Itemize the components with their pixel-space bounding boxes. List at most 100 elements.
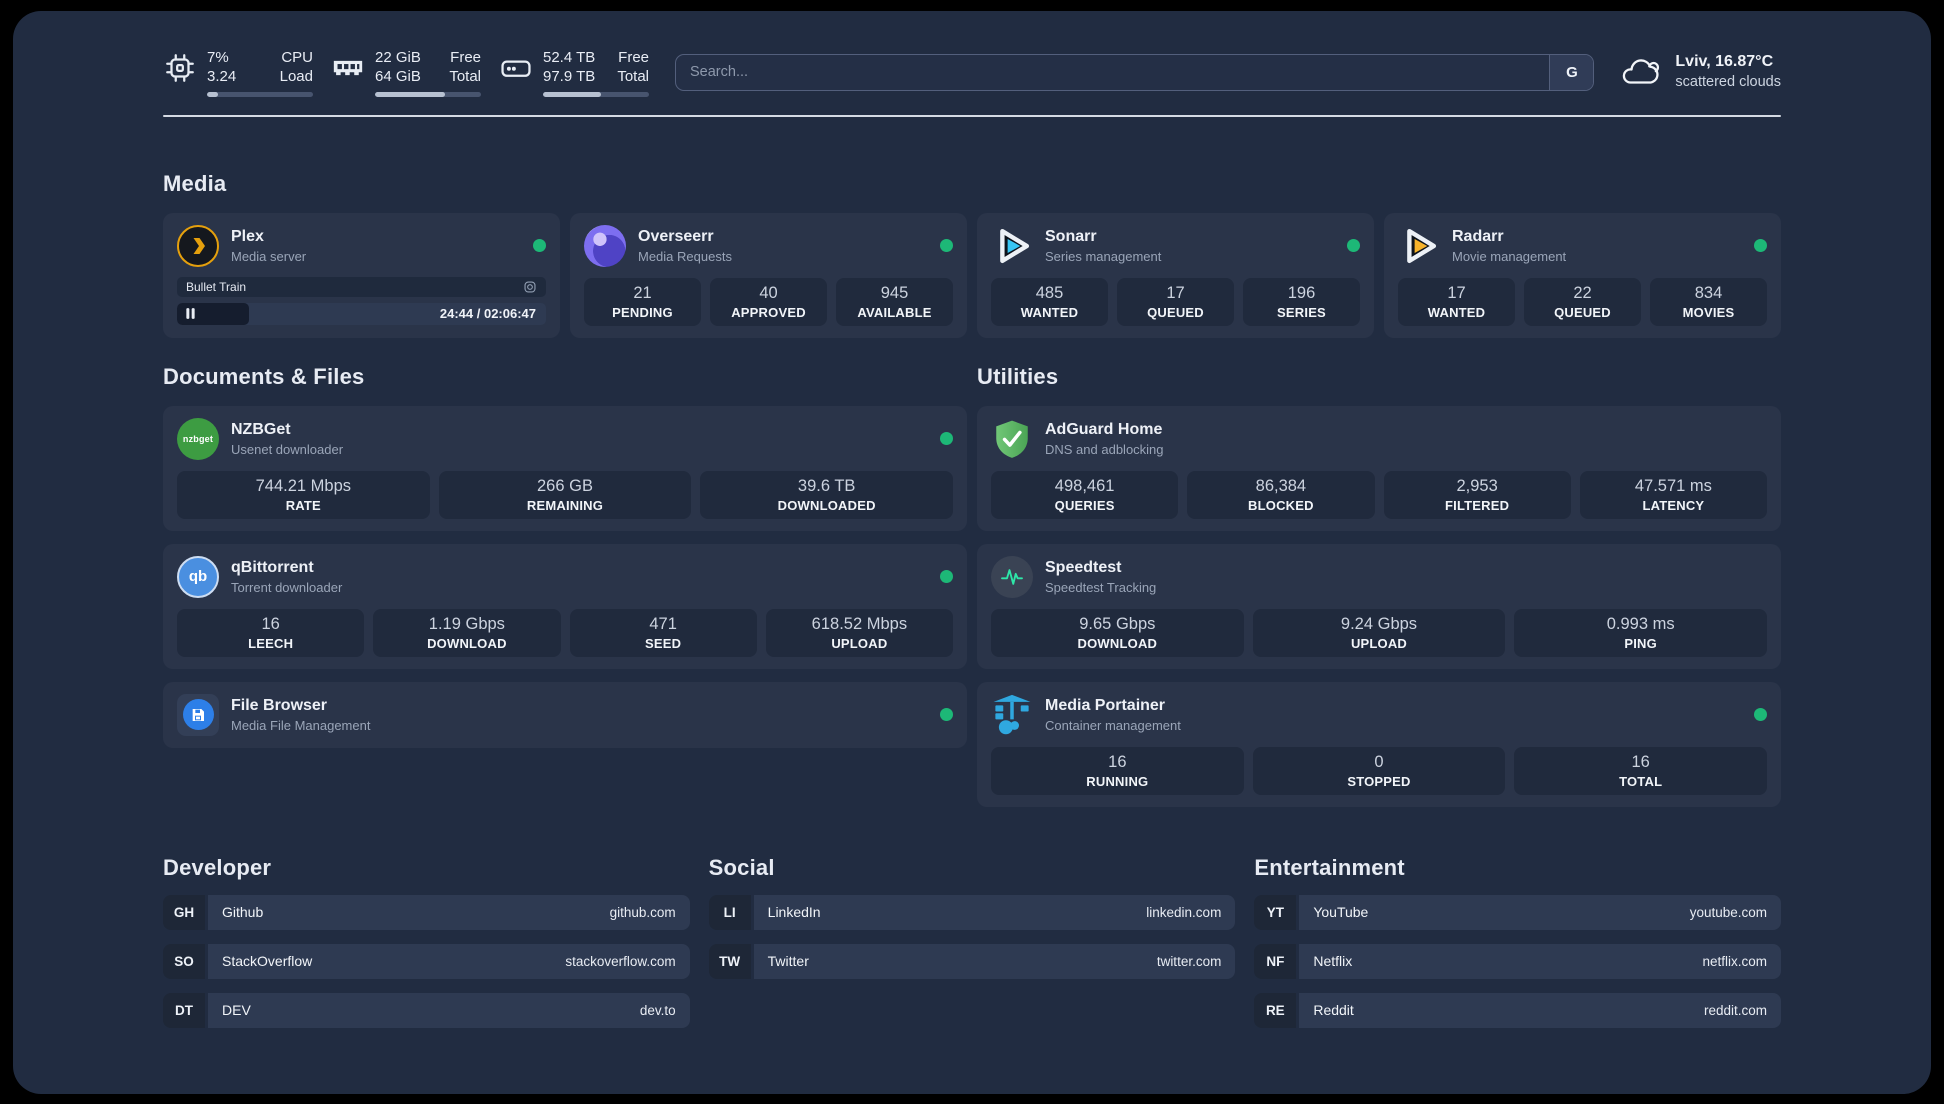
stat-movies: 834 MOVIES xyxy=(1650,277,1767,326)
link-netflix[interactable]: NF Netflix netflix.com xyxy=(1254,943,1781,979)
app-subtitle: Movie management xyxy=(1452,248,1567,264)
app-subtitle: Usenet downloader xyxy=(231,441,344,457)
section-title-media: Media xyxy=(163,170,227,196)
plex-icon xyxy=(177,224,219,267)
app-card-qbittorrent[interactable]: qb qBittorrent Torrent downloader 16 LEEC… xyxy=(163,543,967,669)
disk-free-label: Free xyxy=(618,48,649,66)
app-name: NZBGet xyxy=(231,420,291,438)
cpu-chip-icon xyxy=(166,53,194,82)
link-stackoverflow[interactable]: SO StackOverflow stackoverflow.com xyxy=(163,943,690,979)
search-engine-button[interactable]: G xyxy=(1549,54,1594,90)
link-github[interactable]: GH Github github.com xyxy=(163,894,690,930)
link-name: StackOverflow xyxy=(222,953,313,969)
cpu-usage-label: CPU xyxy=(281,48,313,66)
now-playing-title-row: Bullet Train xyxy=(177,276,546,297)
section-entertainment: Entertainment YT YouTube youtube.com NF … xyxy=(1254,855,1781,1028)
search-input[interactable] xyxy=(676,54,1550,90)
nzbget-icon: nzbget xyxy=(177,417,219,460)
stat-downloaded: 39.6 TB DOWNLOADED xyxy=(700,470,953,519)
section-title-social: Social xyxy=(708,854,775,880)
link-domain: dev.to xyxy=(639,1002,676,1018)
weather-condition: scattered clouds xyxy=(1675,74,1781,90)
status-online-dot xyxy=(1754,708,1767,721)
app-card-filebrowser[interactable]: File Browser Media File Management xyxy=(163,681,967,748)
disk-free-value: 52.4 TB xyxy=(543,48,596,66)
app-name: AdGuard Home xyxy=(1045,420,1163,438)
youtube-icon: YT xyxy=(1254,894,1297,930)
link-domain: reddit.com xyxy=(1703,1002,1767,1018)
linkedin-icon: LI xyxy=(708,894,751,930)
now-playing-title: Bullet Train xyxy=(186,279,247,294)
stat-upload: 618.52 Mbps UPLOAD xyxy=(765,608,953,657)
github-icon: GH xyxy=(163,894,205,930)
app-card-adguard[interactable]: AdGuard Home DNS and adblocking 498,461 Q… xyxy=(977,405,1781,531)
cpu-stat: 7% 3.24 CPU Load xyxy=(163,48,313,97)
link-name: DEV xyxy=(222,1002,251,1018)
stat-series: 196 SERIES xyxy=(1243,277,1360,326)
pause-icon[interactable] xyxy=(186,308,195,319)
app-card-radarr[interactable]: Radarr Movie management 17 WANTED 22 QUEUE… xyxy=(1384,212,1781,338)
section-title-entertainment: Entertainment xyxy=(1254,854,1405,880)
stat-remaining: 266 GB REMAINING xyxy=(438,470,692,519)
camera-icon[interactable] xyxy=(523,280,537,294)
link-name: Reddit xyxy=(1313,1002,1354,1018)
portainer-icon xyxy=(991,694,1033,736)
app-card-overseerr[interactable]: Overseerr Media Requests 21 PENDING 40 APP… xyxy=(570,212,967,338)
link-reddit[interactable]: RE Reddit reddit.com xyxy=(1254,992,1781,1028)
stat-queued: 22 QUEUED xyxy=(1524,277,1641,326)
link-linkedin[interactable]: LI LinkedIn linkedin.com xyxy=(708,894,1236,930)
link-domain: github.com xyxy=(609,904,676,920)
dev-to-icon: DT xyxy=(163,992,205,1028)
app-card-nzbget[interactable]: nzbget NZBGet Usenet downloader 744.21 M… xyxy=(163,405,967,531)
app-subtitle: Speedtest Tracking xyxy=(1045,579,1157,595)
playback-progress-bar[interactable]: 24:44 / 02:06:47 xyxy=(177,302,546,325)
app-subtitle: Series management xyxy=(1045,248,1162,264)
ram-icon xyxy=(333,60,363,75)
stat-download: 9.65 Gbps DOWNLOAD xyxy=(991,608,1244,657)
disk-drive-icon xyxy=(501,59,531,77)
app-name: Overseerr xyxy=(638,227,714,245)
link-dev-to[interactable]: DT DEV dev.to xyxy=(163,992,690,1028)
app-card-plex[interactable]: Plex Media server Bullet Train 24:44 / 0… xyxy=(163,212,560,338)
weather-widget: Lviv, 16.87°C scattered clouds xyxy=(1620,52,1781,92)
app-card-speedtest[interactable]: Speedtest Speedtest Tracking 9.65 Gbps DO… xyxy=(977,543,1781,669)
search-bar: G xyxy=(675,53,1595,91)
stat-running: 16 RUNNING xyxy=(991,746,1244,795)
memory-total-value: 64 GiB xyxy=(375,67,421,85)
section-social: Social LI LinkedIn linkedin.com TW Twitt… xyxy=(708,854,1236,979)
memory-free-value: 22 GiB xyxy=(375,48,421,66)
stat-available: 945 AVAILABLE xyxy=(836,277,953,326)
stat-latency: 47.571 ms LATENCY xyxy=(1579,470,1767,519)
stat-wanted: 485 WANTED xyxy=(991,277,1108,326)
app-name: Speedtest xyxy=(1045,558,1122,576)
status-online-dot xyxy=(940,239,953,252)
link-youtube[interactable]: YT YouTube youtube.com xyxy=(1254,894,1781,930)
app-card-sonarr[interactable]: Sonarr Series management 485 WANTED 17 QUE… xyxy=(977,212,1374,338)
stat-download: 1.19 Gbps DOWNLOAD xyxy=(373,608,561,657)
nzbget-icon-text: nzbget xyxy=(182,433,214,444)
status-online-dot xyxy=(1347,239,1360,252)
adguard-icon xyxy=(991,418,1033,460)
disk-progress-bar xyxy=(543,91,649,97)
stackoverflow-icon: SO xyxy=(163,943,205,979)
link-twitter[interactable]: TW Twitter twitter.com xyxy=(708,943,1236,979)
app-name: Sonarr xyxy=(1045,227,1097,245)
status-online-dot xyxy=(940,570,953,583)
link-name: Twitter xyxy=(767,953,809,969)
memory-free-label: Free xyxy=(450,48,481,66)
playback-elapsed xyxy=(177,302,249,325)
speedtest-icon xyxy=(991,555,1033,598)
topbar-divider xyxy=(163,115,1781,117)
status-online-dot xyxy=(940,708,953,721)
cpu-load-value: 3.24 xyxy=(207,67,237,85)
stat-ping: 0.993 ms PING xyxy=(1514,608,1767,657)
stat-blocked: 86,384 BLOCKED xyxy=(1187,470,1375,519)
link-domain: netflix.com xyxy=(1702,953,1767,969)
app-card-portainer[interactable]: Media Portainer Container management 16 R… xyxy=(977,681,1781,807)
link-domain: youtube.com xyxy=(1689,904,1767,920)
disk-stat: 52.4 TB 97.9 TB Free Total xyxy=(499,48,649,97)
system-stats: 7% 3.24 CPU Load 22 GiB 64 GiB Free Tota… xyxy=(163,48,649,97)
stat-queued: 17 QUEUED xyxy=(1117,277,1234,326)
stat-total: 16 TOTAL xyxy=(1514,746,1767,795)
link-domain: stackoverflow.com xyxy=(565,953,676,969)
